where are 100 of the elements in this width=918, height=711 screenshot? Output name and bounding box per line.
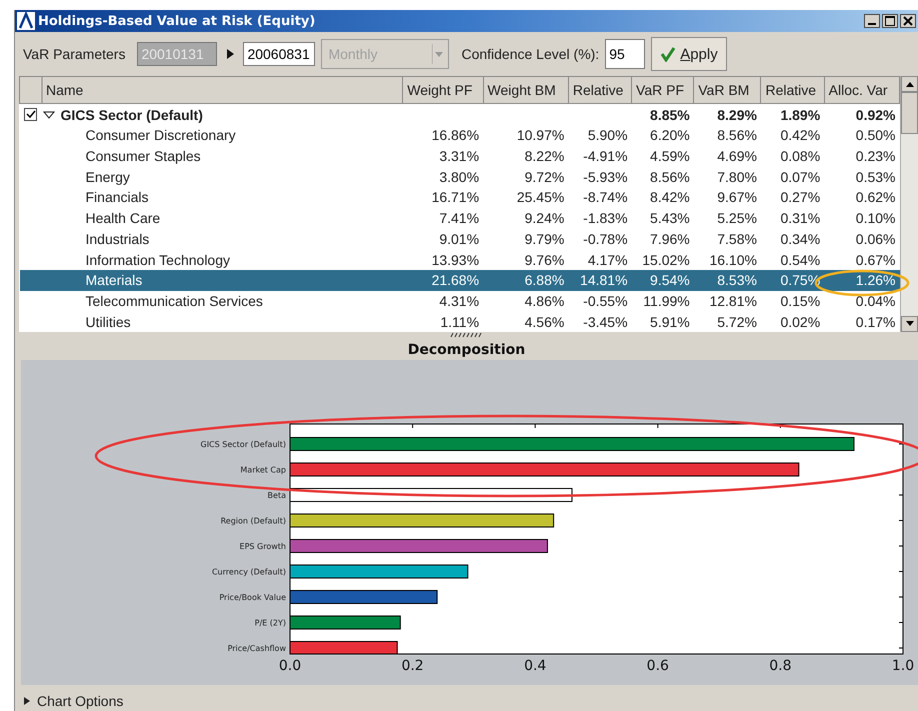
minimize-icon xyxy=(868,23,876,25)
table-row[interactable]: Consumer Staples 3.31% 8.22% -4.91% 4.59% 4.69% 0.08% 0.23% xyxy=(20,146,900,166)
table-cell: Consumer Staples xyxy=(20,146,403,166)
table-cell: 9.01% xyxy=(402,228,484,250)
table-cell: 3.80% xyxy=(402,166,484,188)
minimize-button[interactable] xyxy=(864,14,880,28)
table-cell: -1.83% xyxy=(568,208,632,229)
table-cell: -3.45% xyxy=(568,311,632,332)
column-header[interactable]: VaR BM xyxy=(694,76,761,104)
category-label: Price/Book Value xyxy=(219,593,286,602)
table-cell: 6.88% xyxy=(483,270,568,291)
table-cell: 14.81% xyxy=(568,270,632,291)
table-cell: 0.27% xyxy=(760,187,824,208)
table-cell: 5.90% xyxy=(568,125,632,146)
table-cell: 8.56% xyxy=(694,125,761,146)
table-cell: Telecommunication Services xyxy=(20,290,403,312)
table-cell: 12.81% xyxy=(694,290,761,312)
table-cell: 8.22% xyxy=(483,146,568,166)
checkmark-icon xyxy=(660,46,676,62)
table-row[interactable]: Health Care 7.41% 9.24% -1.83% 5.43% 5.25% 0.31% 0.10% xyxy=(20,208,900,229)
table-cell: 9.54% xyxy=(632,270,694,291)
category-label: GICS Sector (Default) xyxy=(200,440,286,449)
column-header[interactable]: Name xyxy=(20,76,403,104)
confidence-field[interactable]: 95 xyxy=(605,39,646,69)
table-cell: 4.56% xyxy=(483,311,568,332)
expand-triangle-icon[interactable] xyxy=(23,696,31,706)
scrollbar[interactable] xyxy=(900,76,918,332)
table-cell: 0.53% xyxy=(824,166,900,188)
table-cell: 13.93% xyxy=(402,249,484,270)
column-header[interactable]: Relative xyxy=(568,76,632,104)
table-cell: Financials xyxy=(20,187,403,208)
column-header[interactable]: Relative xyxy=(760,76,824,104)
column-header[interactable]: Alloc. Var xyxy=(824,76,900,104)
table-cell: Utilities xyxy=(20,311,403,332)
table-cell: 0.04% xyxy=(824,290,900,312)
table-cell: 0.02% xyxy=(760,311,824,332)
category-label: Beta xyxy=(268,491,286,500)
expand-triangle-icon[interactable] xyxy=(42,108,54,121)
splitter-grip-icon[interactable] xyxy=(448,332,484,338)
table-cell: 8.29% xyxy=(694,104,761,126)
table-row[interactable]: Industrials 9.01% 9.79% -0.78% 7.96% 7.58% 0.34% 0.06% xyxy=(20,228,900,250)
category-label: Currency (Default) xyxy=(212,568,286,576)
category-label: P/E (2Y) xyxy=(254,618,286,628)
end-date-field[interactable]: 20060831 xyxy=(243,42,316,66)
maximize-button[interactable] xyxy=(882,14,898,28)
table-cell: 3.31% xyxy=(402,146,484,166)
table-cell: Industrials xyxy=(20,228,403,250)
table-cell: 8.85% xyxy=(632,104,694,126)
axis-tick-label: 0.4 xyxy=(524,658,546,674)
scrollbar-thumb[interactable] xyxy=(901,92,918,134)
table-cell: 4.17% xyxy=(568,249,632,270)
table-cell: Health Care xyxy=(20,208,403,229)
table-cell: 5.25% xyxy=(694,208,761,229)
chart-options-toggle[interactable]: Chart Options xyxy=(37,693,124,709)
table-cell: 0.42% xyxy=(760,125,824,146)
table-cell: 0.06% xyxy=(824,228,900,250)
table-cell: 4.86% xyxy=(483,290,568,312)
table-cell: 0.34% xyxy=(760,228,824,250)
table-cell: -5.93% xyxy=(568,166,632,188)
table-row[interactable]: Energy 3.80% 9.72% -5.93% 8.56% 7.80% 0.07% 0.53% xyxy=(20,166,900,188)
table-cell: 9.72% xyxy=(483,166,568,188)
up-triangle-icon[interactable] xyxy=(906,81,914,87)
table-cell: 21.68% xyxy=(402,270,484,291)
section-title: Decomposition xyxy=(408,342,526,358)
table-cell: 25.45% xyxy=(483,187,568,208)
table-row[interactable]: Consumer Discretionary 16.86% 10.97% 5.90% 6.20% 8.56% 0.42% 0.50% xyxy=(20,125,900,146)
table-cell: 10.97% xyxy=(483,125,568,146)
table-row[interactable]: Financials 16.71% 25.45% -8.74% 8.42% 9.67% 0.27% 0.62% xyxy=(20,187,900,208)
category-label: Region (Default) xyxy=(220,516,286,526)
table-cell: 5.43% xyxy=(632,208,694,229)
table-cell: 0.15% xyxy=(760,290,824,312)
table-cell: -0.55% xyxy=(568,290,632,312)
table-cell: -8.74% xyxy=(568,187,632,208)
apply-button[interactable]: Apply xyxy=(651,37,727,71)
table-row[interactable]: Utilities 1.11% 4.56% -3.45% 5.91% 5.72% 0.02% 0.17% xyxy=(20,311,900,332)
table-cell: 0.23% xyxy=(824,146,900,166)
table-cell: 7.80% xyxy=(694,166,761,188)
app-logo-icon xyxy=(17,12,35,30)
table-cell: 6.20% xyxy=(632,125,694,146)
parameters-label: VaR Parameters xyxy=(23,46,126,62)
checkbox[interactable] xyxy=(24,108,36,122)
table-cell: Materials xyxy=(20,270,403,291)
axis-tick-label: 0.8 xyxy=(769,658,792,674)
column-header[interactable]: Weight PF xyxy=(402,76,484,104)
column-header[interactable]: VaR PF xyxy=(632,76,694,104)
down-triangle-icon[interactable] xyxy=(906,321,914,327)
table-cell: 4.69% xyxy=(694,146,761,166)
column-header[interactable]: Weight BM xyxy=(483,76,568,104)
table-cell: 0.67% xyxy=(824,249,900,270)
table-row[interactable]: Telecommunication Services 4.31% 4.86% -0.55% 11.99% 12.81% 0.15% 0.04% xyxy=(20,290,900,312)
table-cell: 8.42% xyxy=(632,187,694,208)
caret-icon xyxy=(432,44,444,64)
table-cell: 16.86% xyxy=(402,125,484,146)
close-button[interactable] xyxy=(900,14,916,28)
table-cell: 4.31% xyxy=(402,290,484,312)
category-label: EPS Growth xyxy=(240,542,286,551)
table-cell: 1.11% xyxy=(402,311,484,332)
table-row[interactable]: Information Technology 13.93% 9.76% 4.17% 15.02% 16.10% 0.54% 0.67% xyxy=(20,249,900,270)
table-cell: Energy xyxy=(20,166,403,188)
table-cell: -4.91% xyxy=(568,146,632,166)
